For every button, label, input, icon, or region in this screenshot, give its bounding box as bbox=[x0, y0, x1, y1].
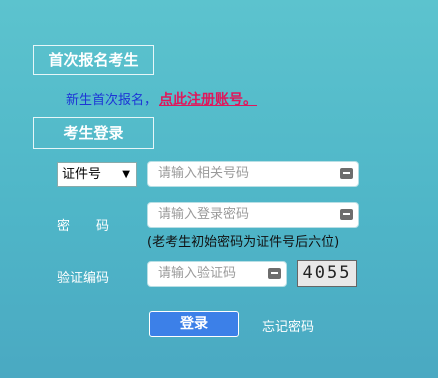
id-type-value: 证件号 bbox=[62, 167, 102, 182]
id-number-input[interactable]: 请输入相关号码 bbox=[147, 161, 359, 187]
dropdown-arrow-icon: ▼ bbox=[122, 169, 130, 180]
login-button[interactable]: 登录 bbox=[149, 311, 239, 337]
captcha-placeholder: 请输入验证码 bbox=[158, 266, 237, 281]
captcha-input[interactable]: 请输入验证码 bbox=[147, 261, 287, 287]
id-type-select[interactable]: 证件号 ▼ bbox=[57, 162, 137, 187]
register-link[interactable]: 点此注册账号。 bbox=[159, 92, 257, 108]
keyboard-icon[interactable] bbox=[268, 268, 281, 279]
password-label: 密 码 bbox=[57, 219, 110, 234]
password-placeholder: 请输入登录密码 bbox=[158, 207, 250, 222]
keyboard-icon[interactable] bbox=[340, 168, 353, 179]
captcha-image[interactable]: 4055 bbox=[297, 260, 357, 287]
login-heading: 考生登录 bbox=[33, 117, 154, 149]
forgot-password-link[interactable]: 忘记密码 bbox=[262, 316, 314, 335]
password-hint: (老考生初始密码为证件号后六位) bbox=[147, 235, 340, 250]
keyboard-icon[interactable] bbox=[340, 209, 353, 220]
new-candidate-heading: 首次报名考生 bbox=[33, 45, 154, 75]
password-input[interactable]: 请输入登录密码 bbox=[147, 202, 359, 228]
new-candidate-line: 新生首次报名， 点此注册账号。 bbox=[66, 89, 257, 109]
new-candidate-text: 新生首次报名， bbox=[66, 93, 158, 108]
captcha-label: 验证编码 bbox=[57, 271, 110, 286]
id-number-placeholder: 请输入相关号码 bbox=[158, 166, 250, 181]
